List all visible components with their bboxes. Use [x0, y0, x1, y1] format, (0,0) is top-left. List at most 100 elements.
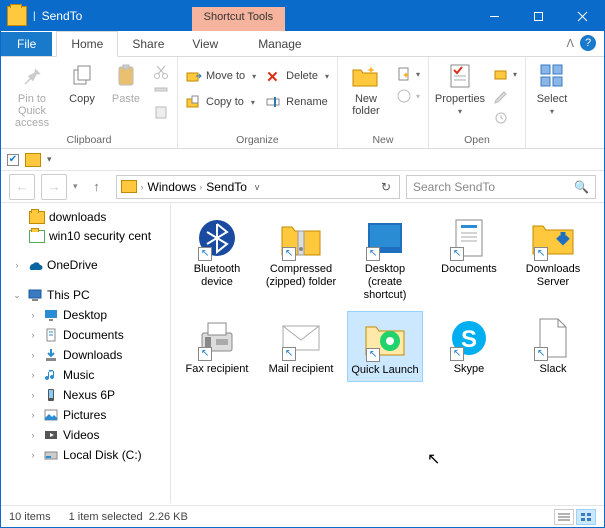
item-downloads-server[interactable]: Downloads Server: [515, 211, 591, 307]
cut-button[interactable]: [151, 63, 171, 81]
delete-button[interactable]: ✕Delete: [264, 67, 331, 85]
refresh-button[interactable]: ↻: [381, 180, 395, 194]
copy-to-button[interactable]: Copy to: [184, 93, 258, 111]
details-view-button[interactable]: [554, 509, 574, 525]
history-button[interactable]: [491, 109, 519, 127]
tab-file[interactable]: File: [1, 32, 52, 56]
onedrive-icon: [27, 257, 43, 273]
fax-icon: [194, 315, 240, 361]
breadcrumb-segment[interactable]: Windows›: [148, 180, 203, 194]
folder-icon: [7, 6, 27, 26]
copy-path-button[interactable]: [151, 83, 171, 101]
back-button[interactable]: ←: [9, 174, 35, 200]
tree-item-downloads2[interactable]: ›Downloads: [1, 345, 170, 365]
rename-button[interactable]: Rename: [264, 93, 331, 111]
up-button[interactable]: ↑: [84, 174, 110, 200]
tab-share[interactable]: Share: [118, 32, 178, 56]
tree-item-thispc[interactable]: ⌄This PC: [1, 285, 170, 305]
collapse-ribbon-icon[interactable]: ᐱ: [566, 37, 574, 50]
group-open: Properties ▾ ▾ Open: [429, 57, 526, 148]
item-documents[interactable]: Documents: [431, 211, 507, 307]
folder-icon: [29, 211, 45, 224]
search-icon: 🔍: [574, 180, 589, 194]
select-icon: [537, 61, 567, 91]
breadcrumb[interactable]: › Windows› SendTo v ↻: [116, 175, 400, 199]
item-mail[interactable]: Mail recipient: [263, 311, 339, 382]
tree-item-downloads[interactable]: downloads: [1, 207, 170, 226]
item-skype[interactable]: S Skype: [431, 311, 507, 382]
icons-view-button[interactable]: [576, 509, 596, 525]
item-compressed[interactable]: Compressed (zipped) folder: [263, 211, 339, 307]
address-bar: ← → ▾ ↑ › Windows› SendTo v ↻ Search Sen…: [1, 171, 604, 203]
path-dropdown-icon[interactable]: v: [255, 182, 260, 192]
close-button[interactable]: [560, 1, 604, 31]
downloads-icon: [43, 347, 59, 363]
item-slack[interactable]: Slack: [515, 311, 591, 382]
group-clipboard: Pin to Quick access Copy Paste Clipboard: [1, 57, 178, 148]
file-icon: [530, 315, 576, 361]
move-to-button[interactable]: Move to: [184, 67, 258, 85]
tree-item-videos[interactable]: ›Videos: [1, 425, 170, 445]
tree-item-desktop[interactable]: ›Desktop: [1, 305, 170, 325]
breadcrumb-segment[interactable]: SendTo: [206, 180, 247, 194]
folder-icon: [29, 230, 45, 243]
easy-access-button[interactable]: ▾: [394, 87, 422, 105]
folder-icon: [121, 180, 137, 193]
documents-icon: [43, 327, 59, 343]
select-checkbox[interactable]: ✔: [7, 154, 19, 166]
tree-item-music[interactable]: ›Music: [1, 365, 170, 385]
ribbon: Pin to Quick access Copy Paste Clipboard…: [1, 57, 604, 149]
folder-icon: [25, 153, 41, 167]
tree-item-localdisk[interactable]: ›Local Disk (C:): [1, 445, 170, 465]
edit-button[interactable]: [491, 87, 519, 105]
item-desktop[interactable]: Desktop (create shortcut): [347, 211, 423, 307]
mail-icon: [278, 315, 324, 361]
tree-item-documents[interactable]: ›Documents: [1, 325, 170, 345]
properties-button[interactable]: Properties ▾: [435, 61, 485, 116]
tree-item-nexus[interactable]: ›Nexus 6P: [1, 385, 170, 405]
recent-dropdown[interactable]: ▾: [73, 181, 78, 192]
pin-quick-access-button[interactable]: Pin to Quick access: [7, 61, 57, 129]
bluetooth-icon: [194, 215, 240, 261]
minimize-button[interactable]: [472, 1, 516, 31]
item-quick-launch[interactable]: Quick Launch: [347, 311, 423, 382]
properties-icon: [445, 61, 475, 91]
file-list[interactable]: Bluetooth device Compressed (zipped) fol…: [171, 203, 604, 503]
copy-icon: [67, 61, 97, 91]
pin-icon: [17, 61, 47, 91]
paste-shortcut-button[interactable]: [151, 103, 171, 121]
status-bar: 10 items 1 item selected 2.26 KB: [1, 505, 604, 527]
forward-button[interactable]: →: [41, 174, 67, 200]
group-select: Select ▾: [526, 57, 578, 148]
help-icon[interactable]: ?: [580, 35, 596, 51]
maximize-button[interactable]: [516, 1, 560, 31]
context-tab-label: Shortcut Tools: [192, 7, 286, 31]
paste-button[interactable]: Paste: [107, 61, 145, 105]
qat-dropdown[interactable]: ▾: [47, 154, 52, 165]
open-button[interactable]: ▾: [491, 65, 519, 83]
tab-home[interactable]: Home: [56, 31, 118, 57]
selection-count: 1 item selected 2.26 KB: [69, 511, 188, 523]
new-item-button[interactable]: ▾: [394, 65, 422, 83]
new-folder-button[interactable]: New folder: [344, 61, 388, 117]
title-divider: |: [33, 11, 36, 22]
copy-button[interactable]: Copy: [63, 61, 101, 105]
pictures-icon: [43, 407, 59, 423]
expand-icon[interactable]: ›: [11, 260, 23, 270]
new-folder-icon: [351, 61, 381, 91]
item-fax[interactable]: Fax recipient: [179, 311, 255, 382]
music-icon: [43, 367, 59, 383]
nav-tree[interactable]: downloads win10 security cent ›OneDrive …: [1, 203, 171, 503]
tree-item-win10[interactable]: win10 security cent: [1, 226, 170, 245]
tab-manage[interactable]: Manage: [244, 32, 315, 56]
tree-item-pictures[interactable]: ›Pictures: [1, 405, 170, 425]
tab-view[interactable]: View: [178, 32, 232, 56]
item-bluetooth[interactable]: Bluetooth device: [179, 211, 255, 307]
collapse-icon[interactable]: ⌄: [11, 290, 23, 301]
select-button[interactable]: Select ▾: [532, 61, 572, 116]
item-count: 10 items: [9, 511, 51, 523]
search-input[interactable]: Search SendTo 🔍: [406, 175, 596, 199]
title-bar: | SendTo Shortcut Tools: [1, 1, 604, 31]
quick-access-bar: ✔ ▾: [1, 149, 604, 171]
tree-item-onedrive[interactable]: ›OneDrive: [1, 255, 170, 275]
